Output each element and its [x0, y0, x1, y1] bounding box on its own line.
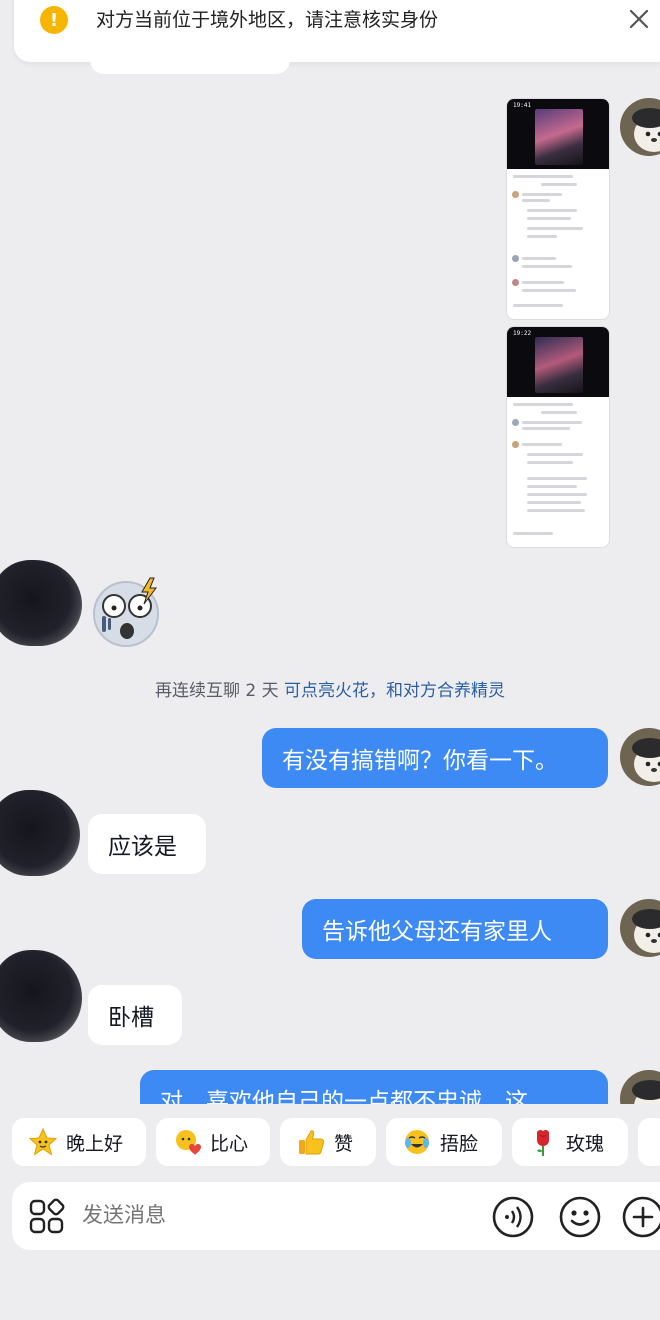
screenshot-time: 19:41 — [513, 102, 532, 109]
my-message-bubble[interactable]: 告诉他父母还有家里人 — [302, 899, 608, 959]
rose-icon — [528, 1127, 558, 1157]
my-avatar[interactable] — [620, 98, 660, 156]
redacted-avatar — [0, 950, 82, 1042]
message-text: 卧槽 — [108, 1005, 154, 1031]
facepalm-icon — [402, 1127, 432, 1157]
their-message-bubble[interactable]: 应该是 — [88, 814, 206, 874]
message-text: 应该是 — [108, 834, 177, 860]
quick-reply-label: 比心 — [210, 1132, 249, 1155]
warning-text: 对方当前位于境外地区，请注意核实身份 — [96, 9, 439, 31]
quick-reply-label: 晚上好 — [66, 1132, 124, 1155]
shared-screenshot-image[interactable]: 19:41 — [506, 98, 610, 320]
message-input-bar — [12, 1182, 660, 1250]
message-input[interactable] — [82, 1203, 462, 1227]
heart-hands-icon — [172, 1127, 202, 1157]
quick-reply-chip[interactable]: 捂脸 — [386, 1118, 502, 1166]
shocked-face-emoji — [93, 577, 159, 647]
star-face-icon — [28, 1127, 58, 1157]
voice-input-icon[interactable] — [492, 1196, 534, 1238]
my-avatar[interactable] — [620, 899, 660, 957]
quick-reply-chip[interactable]: 比心 — [156, 1118, 270, 1166]
quick-reply-chip[interactable]: 晚上好 — [12, 1118, 146, 1166]
redacted-avatar — [0, 560, 82, 646]
my-message-bubble[interactable]: 有没有搞错啊？你看一下。 — [262, 728, 608, 788]
warning-icon: ! — [40, 6, 68, 34]
quick-reply-label: 赞 — [334, 1132, 354, 1155]
quick-reply-bar: 晚上好 比心 赞 捂脸 玫瑰 — [0, 1104, 660, 1178]
my-avatar[interactable] — [620, 728, 660, 786]
shared-screenshot-image[interactable]: 19:22 — [506, 326, 610, 548]
screenshot-time: 19:22 — [513, 330, 532, 337]
message-text: 有没有搞错啊？你看一下。 — [282, 748, 558, 774]
close-icon[interactable] — [624, 4, 654, 34]
message-text: 告诉他父母还有家里人 — [322, 919, 552, 945]
quick-reply-chip[interactable]: 赞 — [280, 1118, 376, 1166]
emoji-icon[interactable] — [559, 1196, 601, 1238]
quick-reply-label: 玫瑰 — [566, 1132, 605, 1155]
overseas-warning-banner: ! 对方当前位于境外地区，请注意核实身份 — [14, 0, 660, 62]
streak-text: 再连续互聊 2 天 — [154, 681, 279, 701]
their-message-bubble[interactable]: 卧槽 — [88, 985, 182, 1045]
quick-reply-chip-overflow[interactable] — [638, 1118, 660, 1166]
previous-bubble-edge — [90, 58, 290, 74]
thumbs-up-icon — [296, 1127, 326, 1157]
redacted-avatar — [0, 790, 80, 876]
spark-link[interactable]: 可点亮火花，和对方合养精灵 — [284, 681, 505, 701]
quick-reply-chip[interactable]: 玫瑰 — [512, 1118, 628, 1166]
streak-system-message: 再连续互聊 2 天 可点亮火花，和对方合养精灵 — [0, 676, 660, 701]
apps-grid-icon[interactable] — [26, 1196, 68, 1238]
add-plus-icon[interactable] — [622, 1196, 660, 1238]
quick-reply-label: 捂脸 — [440, 1132, 479, 1155]
